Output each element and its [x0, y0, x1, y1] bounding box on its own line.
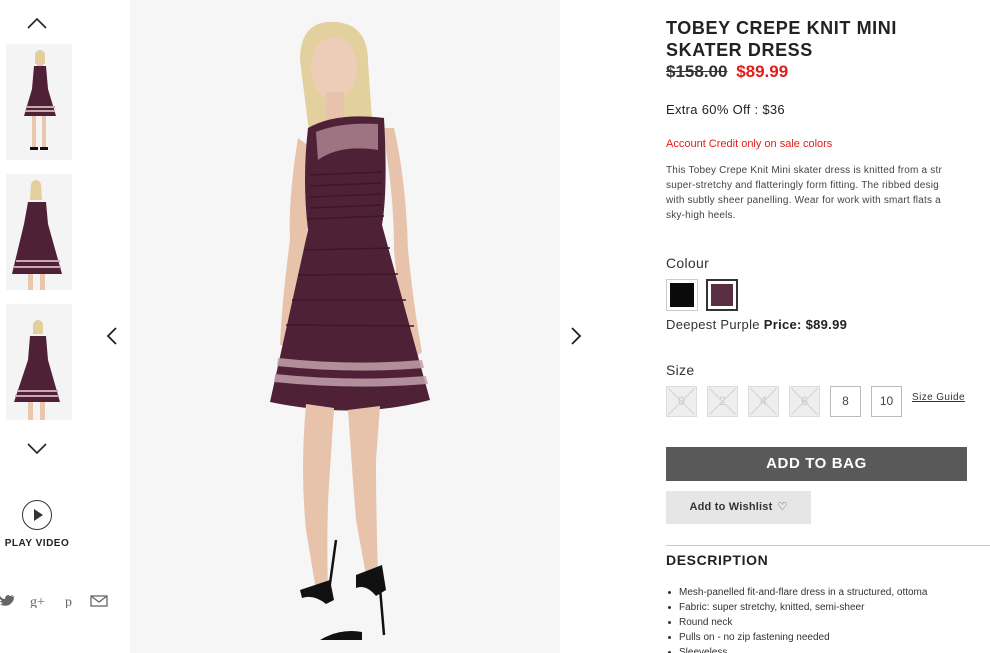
- chevron-up-icon[interactable]: [26, 16, 48, 30]
- list-item: Fabric: super stretchy, knitted, semi-sh…: [666, 600, 990, 615]
- account-credit-note: Account Credit only on sale colors: [666, 138, 833, 150]
- price-block: $158.00 $89.99: [666, 62, 788, 82]
- model-photo: [130, 0, 560, 653]
- list-item: Pulls on - no zip fastening needed: [666, 630, 990, 645]
- blurb-line: This Tobey Crepe Knit Mini skater dress …: [666, 165, 942, 176]
- size-option-10[interactable]: 10: [871, 386, 902, 417]
- size-option-6[interactable]: 6: [789, 386, 820, 417]
- selected-colour-line: Deepest Purple Price: $89.99: [666, 317, 847, 332]
- price-label: Price:: [763, 317, 802, 332]
- list-item: Round neck: [666, 615, 990, 630]
- product-info: TOBEY CREPE KNIT MINI SKATER DRESS $158.…: [666, 0, 990, 653]
- email-icon[interactable]: [90, 594, 108, 608]
- thumbnail-3[interactable]: [6, 304, 72, 420]
- description-heading[interactable]: DESCRIPTION: [666, 552, 768, 568]
- chevron-down-icon[interactable]: [26, 442, 48, 456]
- add-to-wishlist-button[interactable]: Add to Wishlist ♡: [666, 491, 811, 524]
- social-share: g+ p: [0, 594, 108, 608]
- thumbnail-rail: PLAY VIDEO g+ p: [0, 0, 108, 653]
- twitter-icon[interactable]: [0, 594, 16, 608]
- description-divider: [666, 545, 990, 546]
- original-price: $158.00: [666, 62, 728, 81]
- sale-price: $89.99: [736, 62, 789, 81]
- size-label: Size: [666, 362, 695, 378]
- wishlist-label: Add to Wishlist: [689, 501, 773, 513]
- heart-icon: ♡: [777, 501, 788, 513]
- google-plus-icon[interactable]: g+: [30, 594, 50, 608]
- price-value: $89.99: [805, 317, 848, 332]
- main-product-image: [130, 0, 560, 653]
- play-video-label: PLAY VIDEO: [4, 538, 70, 549]
- product-blurb: This Tobey Crepe Knit Mini skater dress …: [666, 163, 990, 223]
- title-line-2: SKATER DRESS: [666, 40, 813, 60]
- thumbnail-2[interactable]: [6, 174, 72, 290]
- description-list: Mesh-panelled fit-and-flare dress in a s…: [666, 585, 990, 653]
- list-item: Sleeveless: [666, 645, 990, 653]
- blurb-line: with subtly sheer panelling. Wear for wo…: [666, 195, 941, 206]
- size-option-2[interactable]: 2: [707, 386, 738, 417]
- size-guide-link[interactable]: Size Guide: [912, 392, 965, 403]
- svg-text:g+: g+: [30, 595, 45, 608]
- blurb-line: super-stretchy and flatteringly form fit…: [666, 180, 939, 191]
- svg-text:p: p: [65, 595, 72, 608]
- selected-colour-name: Deepest Purple: [666, 317, 760, 332]
- play-video-button[interactable]: PLAY VIDEO: [0, 500, 74, 549]
- chevron-left-icon[interactable]: [104, 326, 120, 346]
- extra-offer: Extra 60% Off : $36: [666, 102, 785, 117]
- size-option-8[interactable]: 8: [830, 386, 861, 417]
- size-option-0[interactable]: 0: [666, 386, 697, 417]
- chevron-right-icon[interactable]: [568, 326, 584, 346]
- thumbnail-1[interactable]: [6, 44, 72, 160]
- colour-swatch-deepest-purple[interactable]: [706, 279, 738, 311]
- pinterest-icon[interactable]: p: [64, 594, 76, 608]
- play-icon: [22, 500, 52, 530]
- size-option-4[interactable]: 4: [748, 386, 779, 417]
- title-line-1: TOBEY CREPE KNIT MINI: [666, 18, 897, 38]
- blurb-line: sky-high heels.: [666, 210, 736, 221]
- list-item: Mesh-panelled fit-and-flare dress in a s…: [666, 585, 990, 600]
- add-to-bag-button[interactable]: ADD TO BAG: [666, 447, 967, 481]
- colour-label: Colour: [666, 255, 710, 271]
- product-title: TOBEY CREPE KNIT MINI SKATER DRESS: [666, 17, 966, 61]
- colour-swatch-black[interactable]: [666, 279, 698, 311]
